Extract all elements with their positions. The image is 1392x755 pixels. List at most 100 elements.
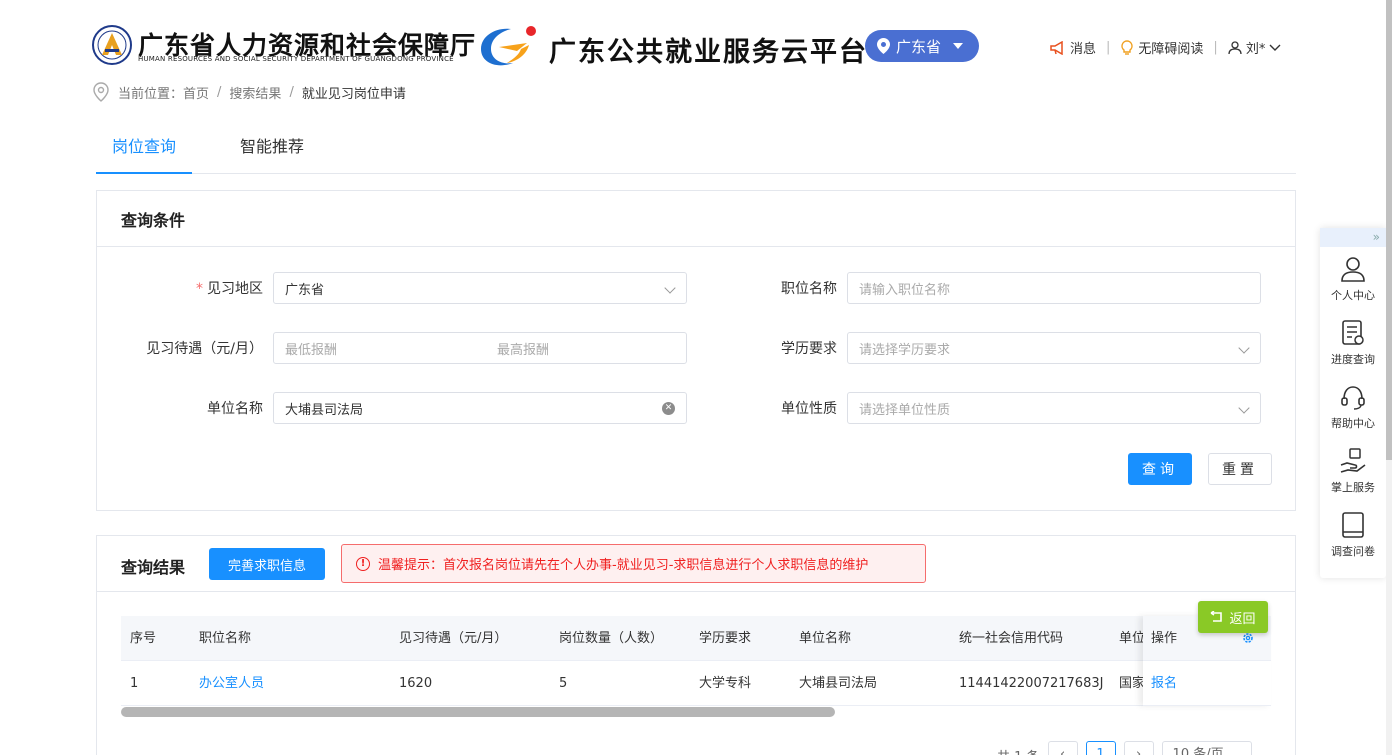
divider: | bbox=[1106, 40, 1111, 55]
horizontal-scrollbar[interactable] bbox=[121, 707, 835, 717]
job-name-label: 职位名称 bbox=[781, 281, 837, 297]
page-scrollbar[interactable] bbox=[1386, 0, 1392, 755]
cell-unit: 大埔县司法局 bbox=[799, 676, 878, 691]
sidebar-item-label: 个人中心 bbox=[1331, 289, 1375, 302]
pager-next[interactable]: › bbox=[1123, 741, 1154, 755]
reset-button[interactable]: 重置 bbox=[1208, 453, 1272, 485]
results-title: 查询结果 bbox=[121, 558, 186, 577]
cell-edu: 大学专科 bbox=[699, 676, 752, 691]
pager-current[interactable]: 1 bbox=[1085, 741, 1116, 755]
cell-code: 11441422007217683J bbox=[959, 676, 1104, 691]
messages-link[interactable]: 消息 bbox=[1050, 38, 1096, 57]
info-icon: ! bbox=[356, 556, 370, 571]
breadcrumb-prefix: 当前位置： bbox=[118, 86, 184, 102]
progress-icon bbox=[1342, 320, 1364, 345]
warning-tip: ! 温馨提示：首次报名岗位请先在个人办事-就业见习-求职信息进行个人求职信息的维… bbox=[341, 544, 926, 583]
back-label: 返回 bbox=[1229, 611, 1256, 627]
region-label: 广东省 bbox=[896, 37, 942, 56]
divider: | bbox=[1213, 40, 1218, 55]
megaphone-icon bbox=[1050, 40, 1063, 55]
page-scrollbar-thumb[interactable] bbox=[1386, 0, 1392, 460]
hrss-emblem-icon bbox=[92, 25, 132, 65]
floating-sidebar: » 个人中心 进度查询 帮助中心 掌上服务 调查问卷 bbox=[1320, 228, 1386, 578]
unit-name-input[interactable]: 大埔县司法局 ✕ bbox=[273, 392, 687, 424]
education-select[interactable]: 请选择学历要求 bbox=[847, 332, 1261, 364]
book-icon bbox=[1342, 512, 1364, 538]
messages-label: 消息 bbox=[1070, 42, 1097, 57]
top-links: 消息 | 无障碍阅读 | 刘* bbox=[1050, 38, 1281, 57]
accessibility-link[interactable]: 无障碍阅读 bbox=[1120, 38, 1203, 57]
unit-name-value: 大埔县司法局 bbox=[285, 402, 364, 418]
region-selector[interactable]: 广东省 bbox=[865, 30, 979, 62]
unit-type-placeholder: 请选择单位性质 bbox=[859, 402, 951, 418]
salary-row: 见习待遇（元/月） 最低报酬 最高报酬 bbox=[97, 332, 687, 364]
sidebar-item-mobile-service[interactable]: 掌上服务 bbox=[1320, 439, 1386, 503]
sidebar-item-label: 调查问卷 bbox=[1331, 545, 1375, 558]
results-table: 序号 职位名称 见习待遇（元/月） 岗位数量（人数） 学历要求 单位名称 统一社… bbox=[121, 616, 1271, 706]
col-job: 职位名称 bbox=[199, 631, 252, 646]
apply-link[interactable]: 报名 bbox=[1143, 661, 1271, 706]
sidebar-item-help[interactable]: 帮助中心 bbox=[1320, 375, 1386, 439]
job-name-row: 职位名称 请输入职位名称 bbox=[697, 272, 1261, 304]
required-mark: * bbox=[196, 281, 203, 297]
education-placeholder: 请选择学历要求 bbox=[859, 342, 951, 358]
cell-job-link[interactable]: 办公室人员 bbox=[199, 661, 264, 706]
salary-max-input[interactable]: 最高报酬 bbox=[497, 339, 549, 358]
unit-type-label: 单位性质 bbox=[781, 401, 837, 417]
region-select[interactable]: 广东省 bbox=[273, 272, 687, 304]
page-header: 广东省人力资源和社会保障厅 HUMAN RESOURCES AND SOCIAL… bbox=[0, 0, 1392, 80]
unit-type-select[interactable]: 请选择单位性质 bbox=[847, 392, 1261, 424]
col-code: 统一社会信用代码 bbox=[959, 631, 1064, 646]
complete-profile-button[interactable]: 完善求职信息 bbox=[209, 548, 325, 580]
job-name-input[interactable]: 请输入职位名称 bbox=[847, 272, 1261, 304]
return-arrow-icon bbox=[1211, 611, 1223, 622]
table-header: 序号 职位名称 见习待遇（元/月） 岗位数量（人数） 学历要求 单位名称 统一社… bbox=[121, 616, 1271, 661]
gear-icon[interactable] bbox=[1241, 631, 1255, 645]
breadcrumb: 当前位置： 首页 / 搜索结果 / 就业见习岗位申请 bbox=[92, 82, 406, 102]
col-count: 岗位数量（人数） bbox=[559, 631, 664, 646]
cloud-platform-logo-icon bbox=[481, 26, 536, 66]
col-edu: 学历要求 bbox=[699, 631, 752, 646]
col-action-label: 操作 bbox=[1151, 631, 1178, 646]
caret-down-icon bbox=[953, 43, 964, 49]
tab-smart-recommend[interactable]: 智能推荐 bbox=[224, 126, 320, 174]
search-button[interactable]: 查询 bbox=[1128, 453, 1192, 485]
unit-type-row: 单位性质 请选择单位性质 bbox=[697, 392, 1261, 424]
platform-title: 广东公共就业服务云平台 bbox=[549, 37, 868, 68]
location-icon bbox=[93, 82, 109, 102]
cell-unit-type: 国家 bbox=[1119, 676, 1146, 691]
col-salary: 见习待遇（元/月） bbox=[399, 631, 508, 646]
chevron-down-icon bbox=[1238, 402, 1250, 414]
breadcrumb-separator: / bbox=[289, 84, 294, 100]
results-card: 查询结果 完善求职信息 ! 温馨提示：首次报名岗位请先在个人办事-就业见习-求职… bbox=[96, 535, 1296, 755]
clear-icon[interactable]: ✕ bbox=[662, 402, 675, 415]
breadcrumb-current: 就业见习岗位申请 bbox=[301, 86, 406, 102]
tab-job-search[interactable]: 岗位查询 bbox=[96, 126, 192, 174]
breadcrumb-search-results[interactable]: 搜索结果 bbox=[229, 83, 281, 102]
page-size-select[interactable]: 10 条/页 bbox=[1161, 741, 1252, 755]
cell-no: 1 bbox=[130, 676, 139, 691]
breadcrumb-home[interactable]: 首页 bbox=[183, 83, 209, 102]
chevron-down-icon bbox=[664, 282, 676, 294]
pager-prev[interactable]: ‹ bbox=[1047, 741, 1078, 755]
unit-name-label: 单位名称 bbox=[207, 401, 263, 417]
tab-bar: 岗位查询 智能推荐 bbox=[96, 126, 1296, 174]
salary-range-input[interactable]: 最低报酬 最高报酬 bbox=[273, 332, 687, 364]
hrss-subtitle: HUMAN RESOURCES AND SOCIAL SECURITY DEPA… bbox=[138, 55, 454, 63]
hand-service-icon bbox=[1340, 448, 1366, 473]
salary-min-input[interactable]: 最低报酬 bbox=[285, 339, 497, 358]
pager-total: 共 1 条 bbox=[997, 746, 1040, 755]
col-no: 序号 bbox=[130, 631, 157, 646]
user-icon bbox=[1228, 40, 1242, 54]
sidebar-collapse-icon[interactable]: » bbox=[1320, 228, 1386, 247]
results-header: 查询结果 完善求职信息 ! 温馨提示：首次报名岗位请先在个人办事-就业见习-求职… bbox=[97, 536, 1295, 592]
sidebar-item-progress[interactable]: 进度查询 bbox=[1320, 311, 1386, 375]
warning-tip-text: 温馨提示：首次报名岗位请先在个人办事-就业见习-求职信息进行个人求职信息的维护 bbox=[378, 558, 869, 573]
sidebar-item-survey[interactable]: 调查问卷 bbox=[1320, 503, 1386, 567]
back-button[interactable]: 返回 bbox=[1198, 601, 1268, 633]
sidebar-item-label: 帮助中心 bbox=[1331, 417, 1375, 430]
cell-salary: 1620 bbox=[399, 676, 433, 691]
sidebar-item-personal-center[interactable]: 个人中心 bbox=[1320, 247, 1386, 311]
chevron-down-icon bbox=[1269, 44, 1281, 51]
user-menu[interactable]: 刘* bbox=[1228, 38, 1282, 57]
